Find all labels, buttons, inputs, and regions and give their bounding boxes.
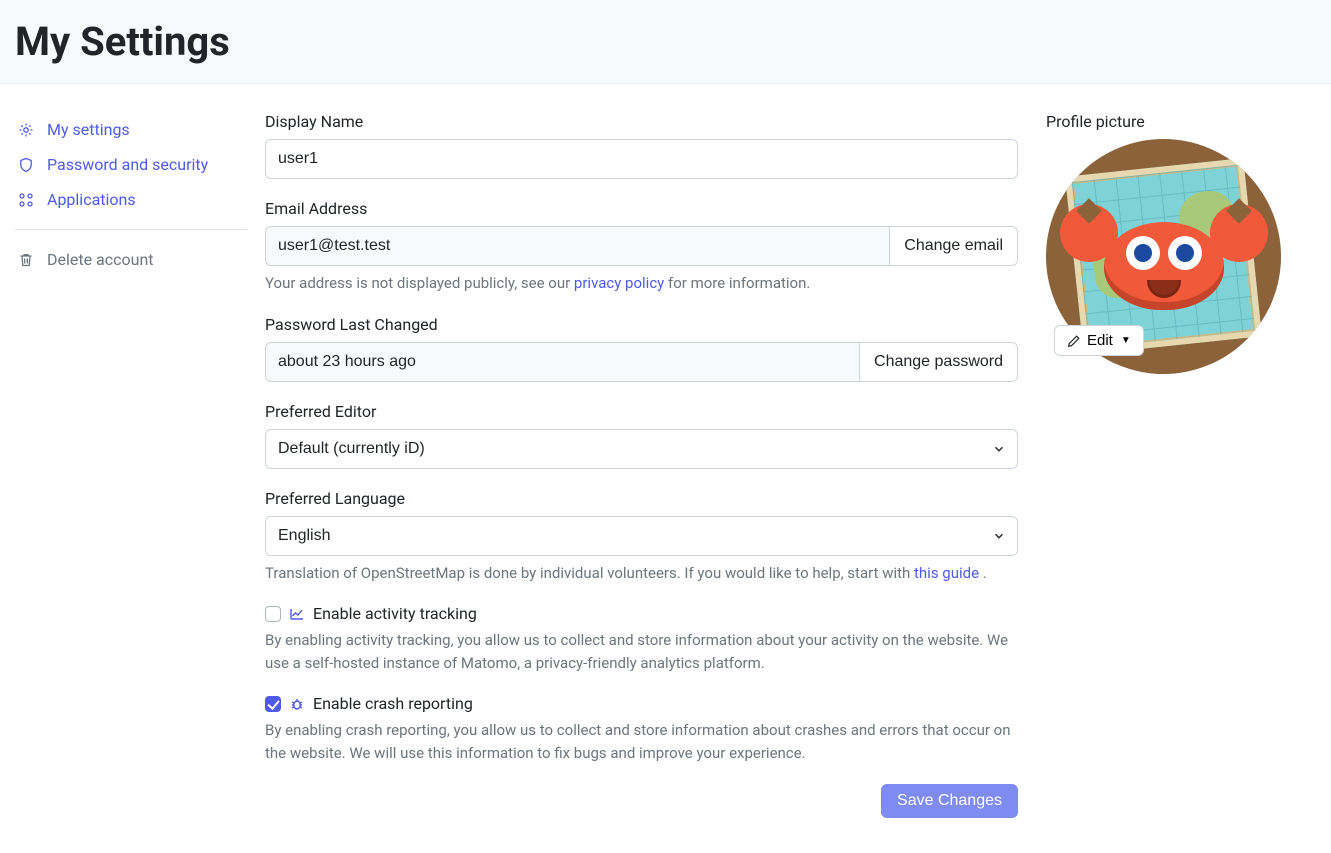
page-title: My Settings <box>15 18 1316 65</box>
profile-picture-label: Profile picture <box>1046 112 1316 131</box>
email-label: Email Address <box>265 199 1018 218</box>
gear-icon <box>17 121 35 139</box>
preferred-editor-label: Preferred Editor <box>265 402 1018 421</box>
save-changes-button[interactable]: Save Changes <box>881 784 1018 818</box>
trash-icon <box>17 251 35 269</box>
activity-tracking-checkbox[interactable] <box>265 606 281 622</box>
change-password-button[interactable]: Change password <box>859 342 1018 382</box>
settings-form: Display Name Email Address Change email … <box>265 112 1028 818</box>
caret-down-icon: ▼ <box>1121 335 1131 346</box>
sidebar-item-delete-account[interactable]: Delete account <box>15 242 247 277</box>
sidebar-item-label: Delete account <box>47 250 154 269</box>
crash-reporting-label[interactable]: Enable crash reporting <box>313 694 473 713</box>
profile-picture-section: Profile picture Edit <box>1046 112 1316 374</box>
crash-reporting-hint: By enabling crash reporting, you allow u… <box>265 719 1018 764</box>
bug-icon <box>289 696 305 712</box>
sidebar-item-applications[interactable]: Applications <box>15 182 247 217</box>
preferred-language-select[interactable]: English <box>265 516 1018 556</box>
privacy-policy-link[interactable]: privacy policy <box>574 274 664 292</box>
change-email-button[interactable]: Change email <box>889 226 1018 266</box>
edit-avatar-button[interactable]: Edit ▼ <box>1054 325 1144 356</box>
password-changed-value <box>265 342 859 382</box>
translation-guide-link[interactable]: this guide <box>914 564 979 582</box>
email-hint: Your address is not displayed publicly, … <box>265 272 1018 295</box>
preferred-language-label: Preferred Language <box>265 489 1018 508</box>
password-changed-label: Password Last Changed <box>265 315 1018 334</box>
crash-reporting-checkbox[interactable] <box>265 696 281 712</box>
language-hint: Translation of OpenStreetMap is done by … <box>265 562 1018 585</box>
pencil-icon <box>1067 334 1081 348</box>
preferred-editor-select[interactable]: Default (currently iD) <box>265 429 1018 469</box>
settings-sidebar: My settings Password and security Applic… <box>15 112 247 277</box>
sidebar-item-label: Applications <box>47 190 136 209</box>
email-input <box>265 226 889 266</box>
sidebar-item-label: My settings <box>47 120 130 139</box>
sidebar-divider <box>15 229 247 230</box>
display-name-input[interactable] <box>265 139 1018 179</box>
sidebar-item-label: Password and security <box>47 155 208 174</box>
chart-line-icon <box>289 606 305 622</box>
apps-icon <box>17 191 35 209</box>
sidebar-item-my-settings[interactable]: My settings <box>15 112 247 147</box>
display-name-label: Display Name <box>265 112 1018 131</box>
activity-tracking-hint: By enabling activity tracking, you allow… <box>265 629 1018 674</box>
shield-icon <box>17 156 35 174</box>
activity-tracking-label[interactable]: Enable activity tracking <box>313 604 477 623</box>
sidebar-item-security[interactable]: Password and security <box>15 147 247 182</box>
page-header: My Settings <box>0 0 1331 84</box>
